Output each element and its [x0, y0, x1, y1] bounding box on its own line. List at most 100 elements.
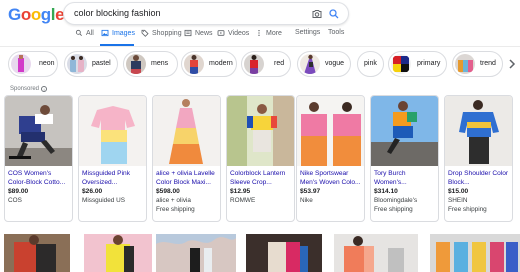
product-card[interactable]: Colorblock Lantern Sleeve Crop... $12.95… — [226, 95, 295, 222]
product-seller: SHEIN — [448, 197, 468, 204]
chip-neon[interactable]: neon — [8, 51, 58, 77]
chip-vogue[interactable]: vogue — [297, 51, 351, 77]
tab-settings[interactable]: Settings — [295, 29, 320, 36]
product-title[interactable]: alice + olivia Lavelle Color Block Maxi.… — [156, 170, 219, 188]
chip-label: red — [274, 60, 285, 67]
chip-label: pink — [364, 60, 377, 67]
chip-pastel[interactable]: pastel — [64, 51, 118, 77]
product-image — [371, 96, 438, 166]
product-title[interactable]: Colorblock Lantern Sleeve Crop... — [230, 170, 293, 188]
image-icon — [101, 29, 109, 37]
logo-letter: o — [20, 5, 31, 24]
product-shipping: Free shipping — [448, 206, 487, 213]
product-image — [227, 96, 294, 166]
product-title[interactable]: Tory Burch Women's... — [374, 170, 437, 188]
product-card[interactable]: Drop Shoulder Color Block... $15.00 SHEI… — [444, 95, 513, 222]
chip-red[interactable]: red — [241, 51, 291, 77]
chip-thumbnail — [300, 54, 320, 74]
tab-label: Videos — [228, 29, 250, 37]
logo-letter: o — [30, 5, 41, 24]
product-seller: Nike — [300, 197, 313, 204]
tab-label: Settings — [295, 29, 321, 36]
tag-icon — [141, 29, 149, 37]
chevron-right-icon[interactable] — [504, 51, 520, 77]
tab-shopping[interactable]: Shopping — [141, 29, 182, 37]
product-card[interactable]: COS Women's Color-Block Cotto... $89.00 … — [4, 95, 73, 222]
product-seller: ROMWE — [230, 197, 256, 204]
search-box[interactable]: color blocking fashion — [63, 2, 349, 25]
product-card[interactable]: Tory Burch Women's... $314.10 Bloomingda… — [370, 95, 439, 222]
search-icon[interactable] — [328, 8, 340, 20]
tab-images[interactable]: Images — [101, 29, 135, 37]
tab-videos[interactable]: Videos — [217, 29, 249, 37]
logo-letter: g — [40, 5, 51, 24]
product-image — [445, 96, 512, 166]
chip-label: trend — [480, 60, 496, 67]
image-result[interactable] — [430, 234, 520, 272]
product-price: $26.00 — [82, 188, 103, 195]
chip-label: pastel — [92, 60, 111, 67]
tab-label: Shopping — [152, 29, 182, 37]
product-image — [79, 96, 146, 166]
tab-label: News — [195, 29, 213, 37]
chip-thumbnail — [67, 54, 87, 74]
chip-thumbnail — [455, 54, 475, 74]
tab-tools[interactable]: Tools — [328, 29, 344, 36]
product-price: $598.00 — [156, 188, 180, 195]
logo-letter: G — [8, 5, 21, 24]
news-icon — [184, 29, 192, 37]
image-result[interactable] — [334, 234, 418, 272]
product-price: $12.95 — [230, 188, 251, 195]
product-title[interactable]: Nike Sportswear Men's Woven Colo... — [300, 170, 363, 188]
product-card[interactable]: alice + olivia Lavelle Color Block Maxi.… — [152, 95, 221, 222]
image-result[interactable] — [246, 234, 322, 272]
product-price: $15.00 — [448, 188, 469, 195]
chip-modern[interactable]: modern — [181, 51, 237, 77]
chip-label: neon — [39, 60, 55, 67]
product-image — [5, 96, 72, 166]
product-image — [153, 96, 220, 166]
product-card[interactable]: Nike Sportswear Men's Woven Colo... $53.… — [296, 95, 365, 222]
search-icon — [75, 29, 82, 36]
google-logo[interactable]: Google — [8, 5, 65, 25]
more-icon — [258, 30, 260, 36]
chip-pink[interactable]: pink — [357, 51, 384, 77]
product-title[interactable]: Missguided Pink Oversized... — [82, 170, 145, 188]
product-card[interactable]: Missguided Pink Oversized... $26.00 Miss… — [78, 95, 147, 222]
product-seller: Bloomingdale's — [374, 197, 418, 204]
image-result[interactable] — [84, 234, 152, 272]
chip-label: vogue — [325, 60, 345, 67]
tab-all[interactable]: All — [75, 29, 94, 37]
camera-icon[interactable] — [311, 8, 323, 20]
play-icon — [217, 30, 225, 36]
tab-label: All — [86, 29, 94, 37]
tab-label: Images — [112, 29, 135, 37]
search-input[interactable]: color blocking fashion — [74, 8, 161, 18]
product-seller: alice + olivia — [156, 197, 191, 204]
product-price: $89.00 — [8, 188, 29, 195]
chip-trend[interactable]: trend — [452, 51, 503, 77]
chip-thumbnail — [184, 54, 204, 74]
product-seller: COS — [8, 197, 22, 204]
tab-news[interactable]: News — [184, 29, 213, 37]
product-shipping: Free shipping — [156, 206, 195, 213]
product-shipping: Free shipping — [374, 206, 413, 213]
chip-thumbnail — [126, 54, 146, 74]
tab-more[interactable]: More — [255, 29, 282, 37]
image-result[interactable] — [4, 234, 70, 272]
tab-label: Tools — [328, 29, 345, 36]
chip-thumbnail — [11, 54, 31, 74]
sponsored-text: Sponsored — [10, 86, 40, 92]
chip-mens[interactable]: mens — [123, 51, 178, 77]
header-divider — [0, 46, 520, 47]
product-image — [297, 96, 364, 166]
product-title[interactable]: Drop Shoulder Color Block... — [448, 170, 511, 188]
product-price: $314.10 — [374, 188, 398, 195]
chip-primary[interactable]: primary — [388, 51, 447, 77]
sponsored-label: Sponsored i — [10, 86, 48, 92]
info-icon[interactable]: i — [41, 86, 48, 92]
product-price: $53.97 — [300, 188, 321, 195]
image-result[interactable] — [156, 234, 236, 272]
product-title[interactable]: COS Women's Color-Block Cotto... — [8, 170, 71, 188]
product-seller: Missguided US — [82, 197, 125, 204]
